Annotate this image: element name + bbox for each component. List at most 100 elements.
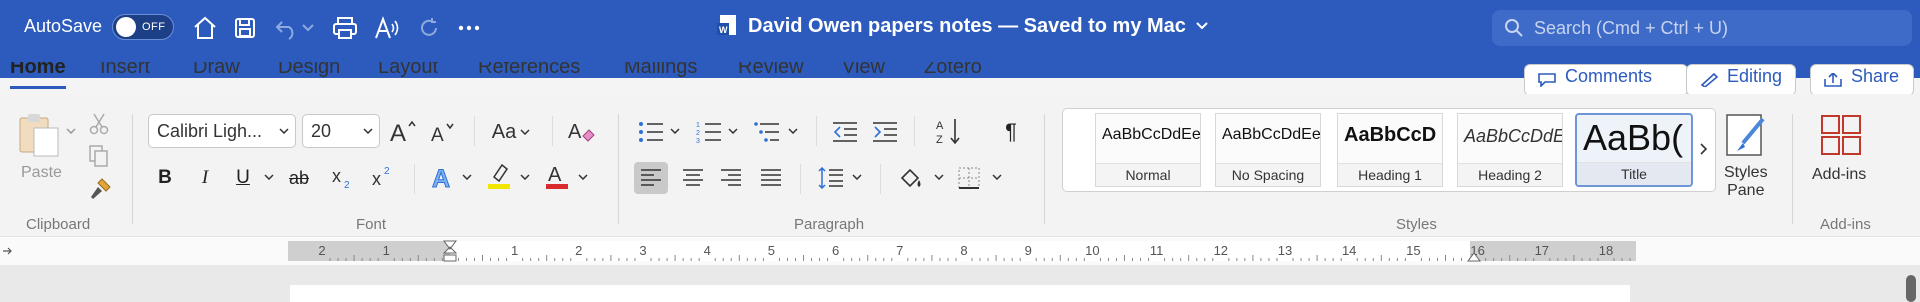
style-heading-2[interactable]: AaBbCcDdE Heading 2 xyxy=(1457,113,1563,187)
clipboard-group-label: Clipboard xyxy=(26,216,91,233)
style-title[interactable]: AaBb( Title xyxy=(1575,113,1693,187)
format-painter-icon[interactable] xyxy=(86,176,114,202)
search-input[interactable]: Search (Cmd + Ctrl + U) xyxy=(1492,10,1912,46)
indent-marker-left[interactable] xyxy=(442,240,458,262)
undo-dropdown-icon[interactable] xyxy=(300,13,316,43)
font-size-select[interactable]: 20 xyxy=(302,114,380,148)
decrease-indent-icon[interactable] xyxy=(830,118,860,146)
text-effects-icon[interactable]: A xyxy=(428,162,458,192)
paste-icon[interactable] xyxy=(14,112,64,158)
styles-pane-icon[interactable] xyxy=(1722,112,1770,160)
share-button[interactable]: Share xyxy=(1810,64,1914,96)
font-color-icon[interactable]: A xyxy=(542,160,572,192)
line-spacing-icon[interactable] xyxy=(816,162,846,194)
ruler-label: 7 xyxy=(896,243,903,258)
separator xyxy=(618,114,619,224)
borders-icon[interactable] xyxy=(954,162,984,194)
italic-icon[interactable]: I xyxy=(194,164,216,192)
underline-dropdown-icon[interactable] xyxy=(264,174,274,180)
font-color-dropdown-icon[interactable] xyxy=(578,174,588,180)
style-name: No Spacing xyxy=(1216,163,1320,186)
shading-dropdown-icon[interactable] xyxy=(934,174,944,180)
editing-button[interactable]: Editing xyxy=(1686,64,1796,96)
separator xyxy=(552,116,553,146)
multilevel-list-icon[interactable] xyxy=(752,118,782,146)
print-icon[interactable] xyxy=(330,13,360,43)
svg-text:x: x xyxy=(332,166,341,186)
font-family-value: Calibri Ligh... xyxy=(157,121,263,141)
cut-icon[interactable] xyxy=(86,112,112,136)
tab-view[interactable]: View xyxy=(842,62,885,80)
chevron-right-icon[interactable] xyxy=(1695,137,1713,161)
line-spacing-dropdown-icon[interactable] xyxy=(852,174,862,180)
separator xyxy=(800,164,801,194)
numbering-icon[interactable]: 123 xyxy=(694,118,724,146)
redo-icon[interactable] xyxy=(414,13,444,43)
tab-insert[interactable]: Insert xyxy=(100,62,150,80)
tab-review[interactable]: Review xyxy=(738,62,804,80)
bullets-dropdown-icon[interactable] xyxy=(670,128,680,134)
increase-indent-icon[interactable] xyxy=(870,118,900,146)
add-ins-icon[interactable] xyxy=(1818,112,1864,158)
tab-design[interactable]: Design xyxy=(278,62,340,80)
clear-formatting-icon[interactable]: A xyxy=(566,116,596,146)
strikethrough-icon[interactable]: ab xyxy=(284,164,314,192)
document-canvas[interactable] xyxy=(0,265,1920,302)
svg-text:2: 2 xyxy=(384,166,390,177)
undo-icon[interactable] xyxy=(272,13,302,43)
save-icon[interactable] xyxy=(230,13,260,43)
multilevel-dropdown-icon[interactable] xyxy=(788,128,798,134)
home-icon[interactable] xyxy=(190,13,220,43)
autosave-toggle[interactable]: OFF xyxy=(112,14,174,40)
superscript-icon[interactable]: x2 xyxy=(368,162,398,192)
paragraph-group-label: Paragraph xyxy=(794,216,865,233)
read-aloud-icon[interactable] xyxy=(372,13,402,43)
underline-icon[interactable]: U xyxy=(232,164,254,192)
styles-pane-line2: Pane xyxy=(1727,182,1765,199)
autosave-label: AutoSave xyxy=(24,16,103,36)
style-normal[interactable]: AaBbCcDdEe Normal xyxy=(1095,113,1201,187)
separator xyxy=(1792,114,1793,224)
tab-mailings[interactable]: Mailings xyxy=(624,62,697,80)
sort-icon[interactable]: AZ xyxy=(934,116,964,146)
paste-dropdown-icon[interactable] xyxy=(66,128,76,134)
tab-zotero[interactable]: Zotero xyxy=(924,62,982,80)
justify-button[interactable] xyxy=(754,162,788,194)
tab-home[interactable]: Home xyxy=(10,62,66,80)
bold-icon[interactable]: B xyxy=(154,164,176,192)
bullets-icon[interactable] xyxy=(636,118,666,146)
align-left-button[interactable] xyxy=(634,162,668,194)
show-formatting-icon[interactable]: ¶ xyxy=(996,118,1026,146)
tab-draw[interactable]: Draw xyxy=(193,62,240,80)
grow-font-icon[interactable]: A xyxy=(388,116,418,146)
highlight-dropdown-icon[interactable] xyxy=(520,174,530,180)
style-heading-1[interactable]: AaBbCcD Heading 1 xyxy=(1337,113,1443,187)
tab-layout[interactable]: Layout xyxy=(378,62,438,80)
copy-icon[interactable] xyxy=(84,144,114,168)
tab-references[interactable]: References xyxy=(478,62,580,80)
font-family-select[interactable]: Calibri Ligh... xyxy=(148,114,296,148)
active-tab-indicator xyxy=(10,86,66,89)
add-ins-label: Add-ins xyxy=(1812,166,1867,183)
document-title-area[interactable]: W David Owen papers notes — Saved to my … xyxy=(716,14,1208,38)
numbering-dropdown-icon[interactable] xyxy=(728,128,738,134)
subscript-icon[interactable]: x2 xyxy=(328,162,358,192)
shrink-font-icon[interactable]: A xyxy=(428,118,458,146)
borders-dropdown-icon[interactable] xyxy=(992,174,1002,180)
text-effects-dropdown-icon[interactable] xyxy=(462,174,472,180)
separator xyxy=(132,114,133,224)
change-case-button[interactable]: Aa xyxy=(488,118,534,146)
highlight-color-icon[interactable] xyxy=(484,160,514,192)
scrollbar-thumb[interactable] xyxy=(1906,275,1916,302)
shading-icon[interactable] xyxy=(896,162,926,194)
style-no-spacing[interactable]: AaBbCcDdEe No Spacing xyxy=(1215,113,1321,187)
comments-button[interactable]: Comments xyxy=(1524,64,1688,96)
more-icon[interactable] xyxy=(454,13,484,43)
ruler-label: 12 xyxy=(1214,243,1228,258)
ruler-label: 1 xyxy=(383,243,390,258)
align-right-button[interactable] xyxy=(714,162,748,194)
share-label: Share xyxy=(1851,65,1900,86)
font-group-label: Font xyxy=(356,216,387,233)
align-center-button[interactable] xyxy=(676,162,710,194)
separator xyxy=(414,164,415,194)
